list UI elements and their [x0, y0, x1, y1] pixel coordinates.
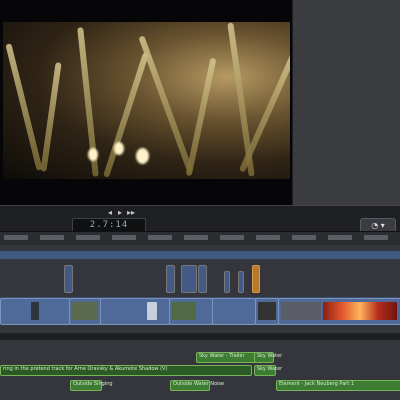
audio-clip[interactable]: Outside Water Noise	[170, 380, 224, 391]
primary-storyline	[0, 297, 400, 325]
clip-thumbnail	[258, 302, 276, 320]
grass-blade	[238, 51, 290, 173]
ruler-tick	[148, 235, 172, 240]
light-glow	[136, 148, 149, 164]
ruler-tick	[364, 235, 388, 240]
audio-clip-label: Sky Water	[257, 366, 283, 372]
ruler-tick	[220, 235, 244, 240]
ruler-tick	[40, 235, 64, 240]
audio-clip[interactable]: Sky Water - Trailer	[196, 352, 260, 363]
video-clip[interactable]	[212, 298, 256, 325]
connected-clip[interactable]	[181, 265, 197, 293]
grass-blade	[40, 62, 62, 172]
viewer	[0, 0, 292, 205]
video-clip[interactable]	[278, 298, 400, 325]
grass-blade	[5, 43, 43, 171]
audio-clip[interactable]: ring in the pretend track for Arne Oravs…	[0, 365, 252, 376]
ruler-tick	[4, 235, 28, 240]
video-clip[interactable]	[169, 298, 213, 325]
audio-clip-label: Outside Singing	[73, 381, 113, 387]
inspector-panel	[292, 0, 400, 205]
audio-clip[interactable]: Outside Singing	[70, 380, 113, 391]
clip-thumbnail	[172, 302, 196, 320]
video-clip[interactable]	[0, 298, 70, 325]
connected-clip[interactable]	[224, 271, 230, 293]
transport-bar: ◂ ▸ ▸▸ 2.7:14 ◔ ▾	[0, 205, 400, 233]
audio-clip-label: Outside Water Noise	[173, 381, 225, 387]
clip-thumbnail	[31, 302, 39, 320]
ruler-tick	[76, 235, 100, 240]
video-frame[interactable]	[3, 22, 290, 179]
audio-clip[interactable]: Element - Jack Neuberg Part 1	[276, 380, 400, 391]
grass-blade	[185, 57, 217, 177]
next-frame-button[interactable]: ▸▸	[127, 208, 135, 217]
viewer-area	[0, 0, 400, 205]
connected-clip[interactable]	[252, 265, 260, 293]
video-clip[interactable]	[69, 298, 101, 325]
ruler-tick	[112, 235, 136, 240]
audio-clip-label: Sky Water	[257, 353, 283, 359]
timeline: Sky Water - Trailer Sky Water ring in th…	[0, 245, 400, 400]
light-glow	[114, 142, 124, 155]
connected-clip[interactable]	[238, 271, 244, 293]
selection-range[interactable]	[0, 251, 400, 259]
clip-thumbnail	[323, 302, 397, 320]
ruler-tick	[184, 235, 208, 240]
ruler-tick	[328, 235, 352, 240]
ruler-tick	[292, 235, 316, 240]
clip-thumbnail	[147, 302, 157, 320]
play-button[interactable]: ▸	[118, 208, 122, 217]
previous-frame-button[interactable]: ◂	[108, 208, 112, 217]
audio-clip-label: Element - Jack Neuberg Part 1	[279, 381, 355, 387]
clip-thumbnail	[281, 302, 321, 320]
clip-thumbnail	[72, 302, 98, 320]
connected-clip[interactable]	[64, 265, 73, 293]
audio-clip-label: Sky Water - Trailer	[199, 353, 245, 359]
light-glow	[88, 148, 98, 161]
connected-clip[interactable]	[198, 265, 207, 293]
audio-clip[interactable]: Sky Water	[254, 352, 282, 363]
connected-clip[interactable]	[166, 265, 175, 293]
ruler-tick	[256, 235, 280, 240]
video-clip[interactable]	[100, 298, 170, 325]
audio-lane	[0, 333, 400, 340]
video-clip[interactable]	[255, 298, 279, 325]
audio-clip[interactable]: Sky Water	[254, 365, 282, 376]
audio-clip-label: ring in the pretend track for Arne Oravs…	[3, 366, 168, 372]
